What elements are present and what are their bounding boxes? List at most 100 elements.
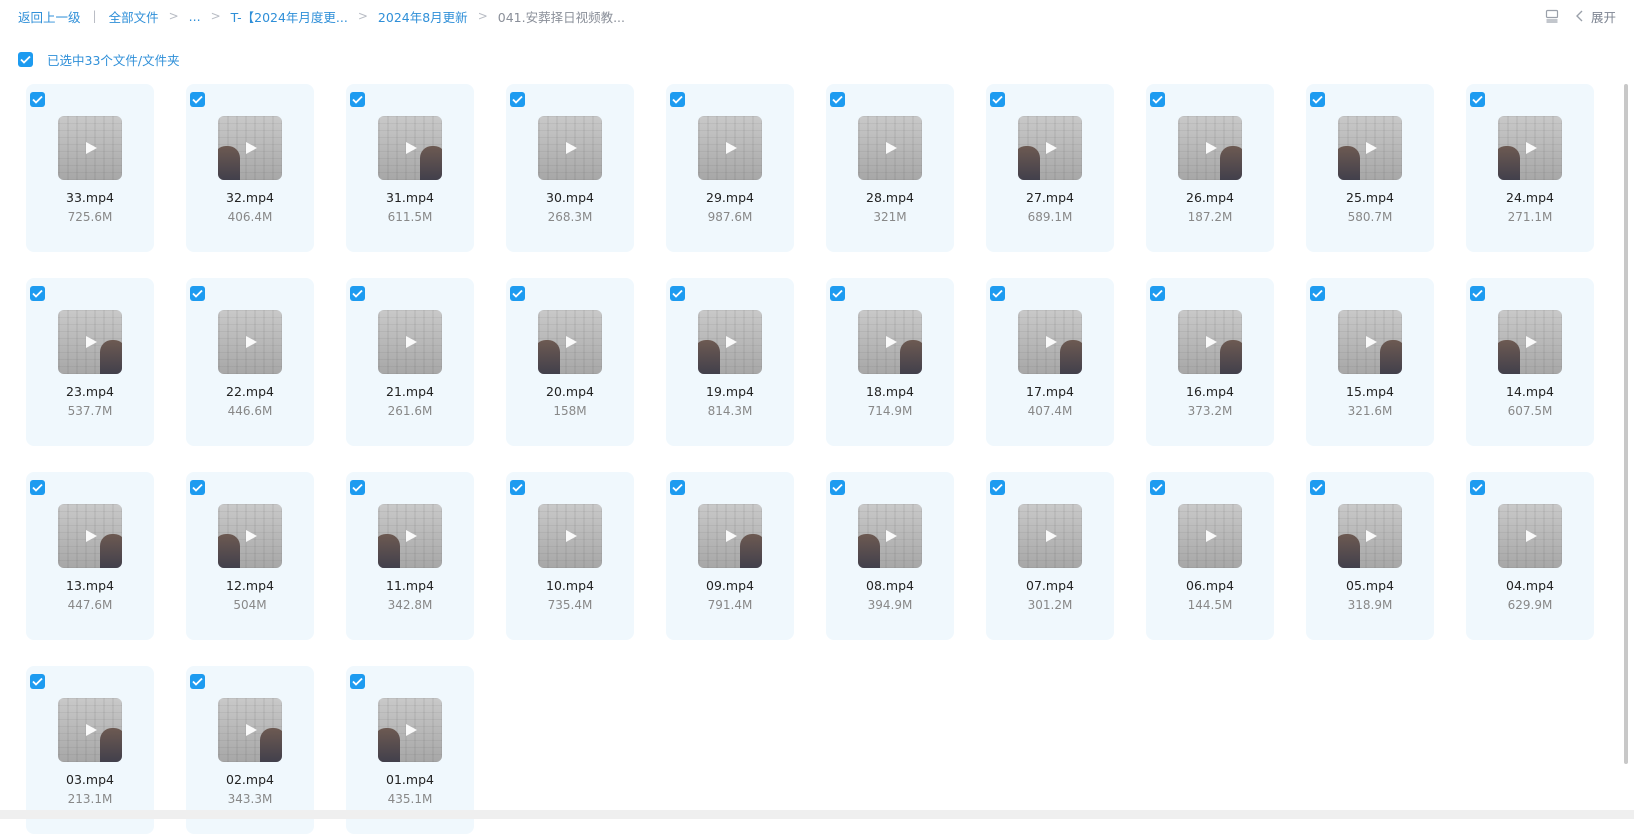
video-thumbnail[interactable]	[218, 698, 282, 762]
file-card[interactable]: 18.mp4 714.9M	[826, 278, 954, 446]
file-card[interactable]: 10.mp4 735.4M	[506, 472, 634, 640]
file-checkbox[interactable]	[670, 286, 685, 301]
file-checkbox[interactable]	[190, 92, 205, 107]
file-checkbox[interactable]	[190, 480, 205, 495]
file-checkbox[interactable]	[350, 92, 365, 107]
list-view-icon[interactable]	[1543, 7, 1561, 25]
video-thumbnail[interactable]	[1178, 116, 1242, 180]
file-checkbox[interactable]	[190, 674, 205, 689]
file-checkbox[interactable]	[510, 480, 525, 495]
video-thumbnail[interactable]	[58, 310, 122, 374]
file-card[interactable]: 03.mp4 213.1M	[26, 666, 154, 834]
file-card[interactable]: 22.mp4 446.6M	[186, 278, 314, 446]
video-thumbnail[interactable]	[698, 504, 762, 568]
file-card[interactable]: 14.mp4 607.5M	[1466, 278, 1594, 446]
expand-button[interactable]: 展开	[1575, 7, 1616, 26]
file-card[interactable]: 28.mp4 321M	[826, 84, 954, 252]
video-thumbnail[interactable]	[858, 504, 922, 568]
file-checkbox[interactable]	[830, 480, 845, 495]
file-checkbox[interactable]	[510, 286, 525, 301]
video-thumbnail[interactable]	[1498, 310, 1562, 374]
video-thumbnail[interactable]	[1178, 504, 1242, 568]
video-thumbnail[interactable]	[858, 310, 922, 374]
file-card[interactable]: 09.mp4 791.4M	[666, 472, 794, 640]
file-card[interactable]: 04.mp4 629.9M	[1466, 472, 1594, 640]
video-thumbnail[interactable]	[538, 504, 602, 568]
file-checkbox[interactable]	[30, 674, 45, 689]
file-checkbox[interactable]	[510, 92, 525, 107]
file-card[interactable]: 25.mp4 580.7M	[1306, 84, 1434, 252]
file-checkbox[interactable]	[990, 92, 1005, 107]
file-checkbox[interactable]	[670, 480, 685, 495]
video-thumbnail[interactable]	[538, 116, 602, 180]
file-card[interactable]: 29.mp4 987.6M	[666, 84, 794, 252]
video-thumbnail[interactable]	[1018, 310, 1082, 374]
video-thumbnail[interactable]	[1018, 504, 1082, 568]
file-checkbox[interactable]	[670, 92, 685, 107]
video-thumbnail[interactable]	[1338, 116, 1402, 180]
file-card[interactable]: 13.mp4 447.6M	[26, 472, 154, 640]
file-card[interactable]: 21.mp4 261.6M	[346, 278, 474, 446]
file-checkbox[interactable]	[350, 286, 365, 301]
video-thumbnail[interactable]	[218, 116, 282, 180]
file-card[interactable]: 20.mp4 158M	[506, 278, 634, 446]
file-card[interactable]: 08.mp4 394.9M	[826, 472, 954, 640]
file-card[interactable]: 32.mp4 406.4M	[186, 84, 314, 252]
scrollbar[interactable]	[1624, 84, 1630, 764]
video-thumbnail[interactable]	[378, 504, 442, 568]
video-thumbnail[interactable]	[378, 698, 442, 762]
file-checkbox[interactable]	[350, 480, 365, 495]
file-checkbox[interactable]	[30, 92, 45, 107]
file-card[interactable]: 24.mp4 271.1M	[1466, 84, 1594, 252]
file-card[interactable]: 06.mp4 144.5M	[1146, 472, 1274, 640]
breadcrumb-item-august[interactable]: 2024年8月更新	[378, 7, 468, 26]
video-thumbnail[interactable]	[1338, 310, 1402, 374]
file-checkbox[interactable]	[1470, 286, 1485, 301]
scrollbar-thumb[interactable]	[1624, 84, 1628, 764]
file-checkbox[interactable]	[190, 286, 205, 301]
file-card[interactable]: 01.mp4 435.1M	[346, 666, 474, 834]
file-card[interactable]: 05.mp4 318.9M	[1306, 472, 1434, 640]
video-thumbnail[interactable]	[58, 504, 122, 568]
video-thumbnail[interactable]	[378, 116, 442, 180]
select-all-checkbox[interactable]	[18, 51, 33, 67]
video-thumbnail[interactable]	[1338, 504, 1402, 568]
video-thumbnail[interactable]	[698, 116, 762, 180]
file-card[interactable]: 33.mp4 725.6M	[26, 84, 154, 252]
back-link[interactable]: 返回上一级	[18, 7, 81, 26]
video-thumbnail[interactable]	[58, 116, 122, 180]
file-card[interactable]: 26.mp4 187.2M	[1146, 84, 1274, 252]
file-card[interactable]: 15.mp4 321.6M	[1306, 278, 1434, 446]
file-card[interactable]: 11.mp4 342.8M	[346, 472, 474, 640]
file-checkbox[interactable]	[30, 286, 45, 301]
breadcrumb-ellipsis[interactable]: ...	[189, 9, 201, 24]
video-thumbnail[interactable]	[378, 310, 442, 374]
file-checkbox[interactable]	[830, 286, 845, 301]
video-thumbnail[interactable]	[1178, 310, 1242, 374]
video-thumbnail[interactable]	[698, 310, 762, 374]
video-thumbnail[interactable]	[1498, 504, 1562, 568]
video-thumbnail[interactable]	[218, 504, 282, 568]
breadcrumb-item-monthly[interactable]: T-【2024年月度更...	[231, 7, 348, 26]
video-thumbnail[interactable]	[538, 310, 602, 374]
file-checkbox[interactable]	[30, 480, 45, 495]
file-checkbox[interactable]	[1150, 480, 1165, 495]
file-checkbox[interactable]	[1470, 92, 1485, 107]
file-checkbox[interactable]	[1470, 480, 1485, 495]
breadcrumb-root[interactable]: 全部文件	[109, 7, 159, 26]
file-card[interactable]: 19.mp4 814.3M	[666, 278, 794, 446]
video-thumbnail[interactable]	[58, 698, 122, 762]
file-checkbox[interactable]	[1310, 286, 1325, 301]
file-checkbox[interactable]	[990, 480, 1005, 495]
file-checkbox[interactable]	[1310, 92, 1325, 107]
file-checkbox[interactable]	[1150, 286, 1165, 301]
file-card[interactable]: 31.mp4 611.5M	[346, 84, 474, 252]
file-checkbox[interactable]	[830, 92, 845, 107]
video-thumbnail[interactable]	[1498, 116, 1562, 180]
file-card[interactable]: 27.mp4 689.1M	[986, 84, 1114, 252]
file-checkbox[interactable]	[1150, 92, 1165, 107]
file-card[interactable]: 07.mp4 301.2M	[986, 472, 1114, 640]
video-thumbnail[interactable]	[1018, 116, 1082, 180]
file-card[interactable]: 02.mp4 343.3M	[186, 666, 314, 834]
file-checkbox[interactable]	[990, 286, 1005, 301]
